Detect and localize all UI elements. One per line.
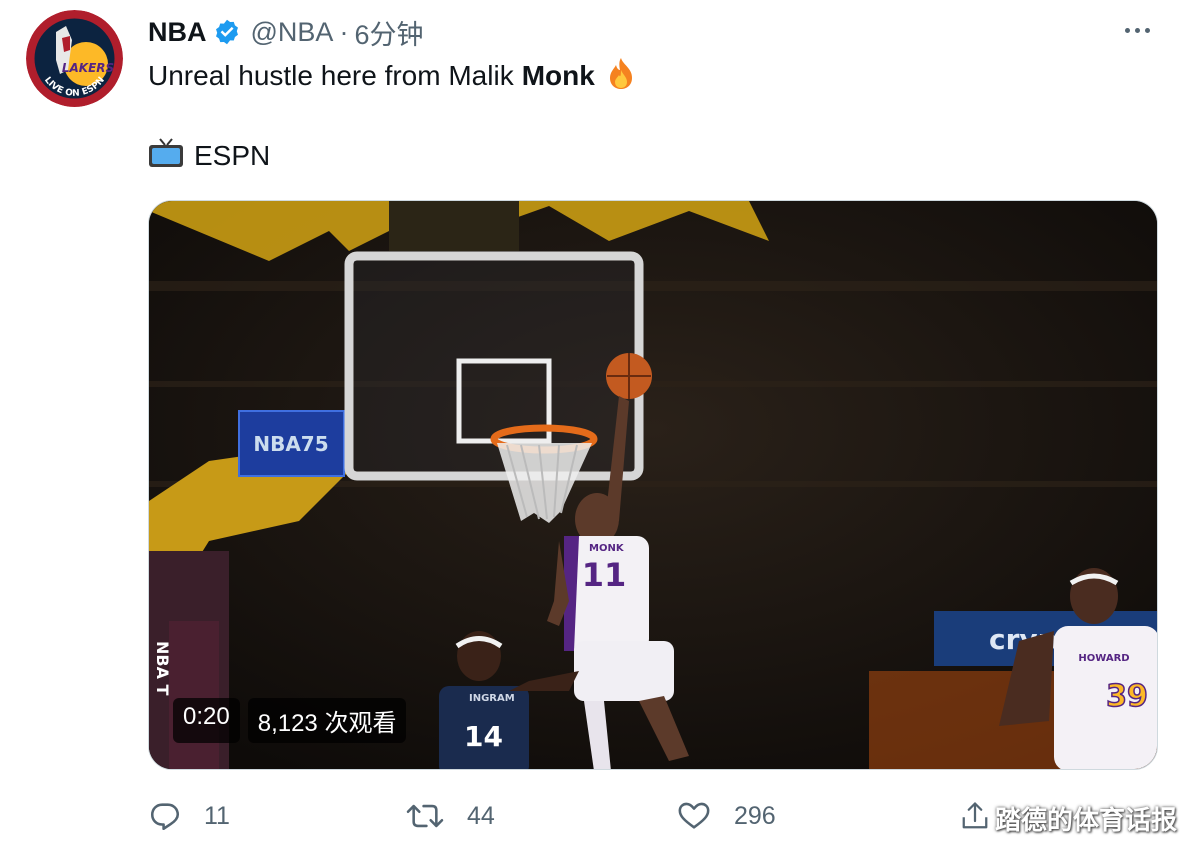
- tweet-text: Unreal hustle here from Malik Monk: [148, 56, 637, 96]
- separator-dot: ·: [339, 16, 349, 47]
- fire-icon: [605, 56, 637, 97]
- stanchion-text: NBA T: [153, 641, 172, 696]
- watermark: 踏德的体育话报: [995, 805, 1178, 835]
- reply-icon: [150, 803, 180, 831]
- like-count: 296: [734, 801, 776, 830]
- jersey-right-name: HOWARD: [1078, 653, 1129, 664]
- jersey-left-name: INGRAM: [469, 693, 515, 704]
- tweet-timestamp[interactable]: 6分钟: [354, 13, 423, 52]
- verified-badge-icon: [215, 19, 238, 45]
- jersey-main-name: MONK: [589, 543, 625, 554]
- reply-count: 11: [204, 801, 230, 830]
- jersey-right-number: 39: [1106, 679, 1148, 714]
- avatar-logo-text: LAKERS: [62, 61, 114, 75]
- tweet-source-label: ESPN: [194, 140, 271, 171]
- like-button[interactable]: 296: [676, 790, 776, 842]
- retweet-button[interactable]: 44: [405, 790, 495, 842]
- tweet-source-line: ESPN: [148, 136, 270, 176]
- share-icon: [962, 802, 988, 829]
- tweet-text-prefix: Unreal hustle here from Malik: [148, 60, 514, 91]
- video-overlay: 0:20 8,123 次观看: [173, 698, 407, 743]
- tweet-header: NBA @NBA · 6分钟: [148, 12, 423, 52]
- retweet-count: 44: [467, 801, 495, 830]
- tweet: LAKERS LIVE ON ESPN NBA @NBA · 6分钟 Unrea…: [0, 0, 1190, 846]
- reply-button[interactable]: 11: [148, 790, 230, 842]
- tv-icon: [148, 137, 184, 176]
- heart-icon: [678, 802, 710, 829]
- video-player[interactable]: NBA T NBA75 cryp MONK 11 INGRAM 14 HOWAR…: [148, 200, 1158, 770]
- jersey-main-number: 11: [582, 556, 627, 594]
- more-options-icon[interactable]: [1119, 22, 1156, 39]
- author-avatar[interactable]: LAKERS LIVE ON ESPN: [26, 10, 123, 107]
- author-handle[interactable]: @NBA: [251, 17, 334, 48]
- author-name[interactable]: NBA: [148, 17, 207, 48]
- video-duration: 0:20: [173, 698, 240, 743]
- retweet-icon: [406, 804, 444, 828]
- video-view-count: 8,123 次观看: [247, 698, 407, 743]
- arena-sign-left: NBA75: [253, 432, 328, 456]
- jersey-left-number: 14: [464, 720, 503, 753]
- tweet-text-bold: Monk: [521, 60, 595, 91]
- video-frame: NBA T NBA75 cryp MONK 11 INGRAM 14 HOWAR…: [149, 201, 1157, 769]
